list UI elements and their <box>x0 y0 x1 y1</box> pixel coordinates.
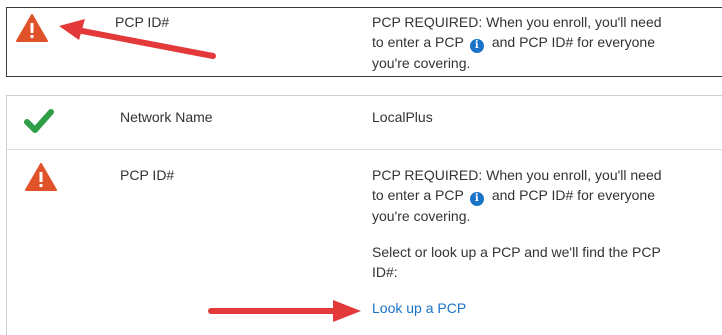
warning-triangle-icon <box>16 14 48 42</box>
pcp-required-message: PCP REQUIRED: When you enroll, you'll ne… <box>372 12 722 73</box>
network-name-label: Network Name <box>120 109 213 125</box>
message-line-2: to enter a PCP i and PCP ID# for everyone <box>372 187 655 206</box>
message-line-1: PCP REQUIRED: When you enroll, you'll ne… <box>372 14 662 30</box>
checkmark-icon <box>24 109 54 133</box>
message-line-3: you're covering. <box>372 208 471 224</box>
message-line-3: you're covering. <box>372 55 471 71</box>
lookup-instruction-line-1: Select or look up a PCP and we'll find t… <box>372 244 661 260</box>
message-line-1: PCP REQUIRED: When you enroll, you'll ne… <box>372 167 662 183</box>
network-name-value: LocalPlus <box>372 109 433 125</box>
pcp-id-label: PCP ID# <box>120 167 175 183</box>
red-arrow-annotation <box>208 300 361 322</box>
info-icon[interactable]: i <box>469 39 484 53</box>
pcp-required-message: PCP REQUIRED: When you enroll, you'll ne… <box>372 165 722 318</box>
info-icon[interactable]: i <box>469 192 484 206</box>
message-line-2: to enter a PCP i and PCP ID# for everyone <box>372 34 655 53</box>
look-up-pcp-link[interactable]: Look up a PCP <box>372 300 466 316</box>
row-divider <box>7 149 722 150</box>
red-arrow-annotation <box>59 19 216 59</box>
lookup-instruction-line-2: ID#: <box>372 264 398 280</box>
warning-triangle-icon <box>25 163 57 191</box>
